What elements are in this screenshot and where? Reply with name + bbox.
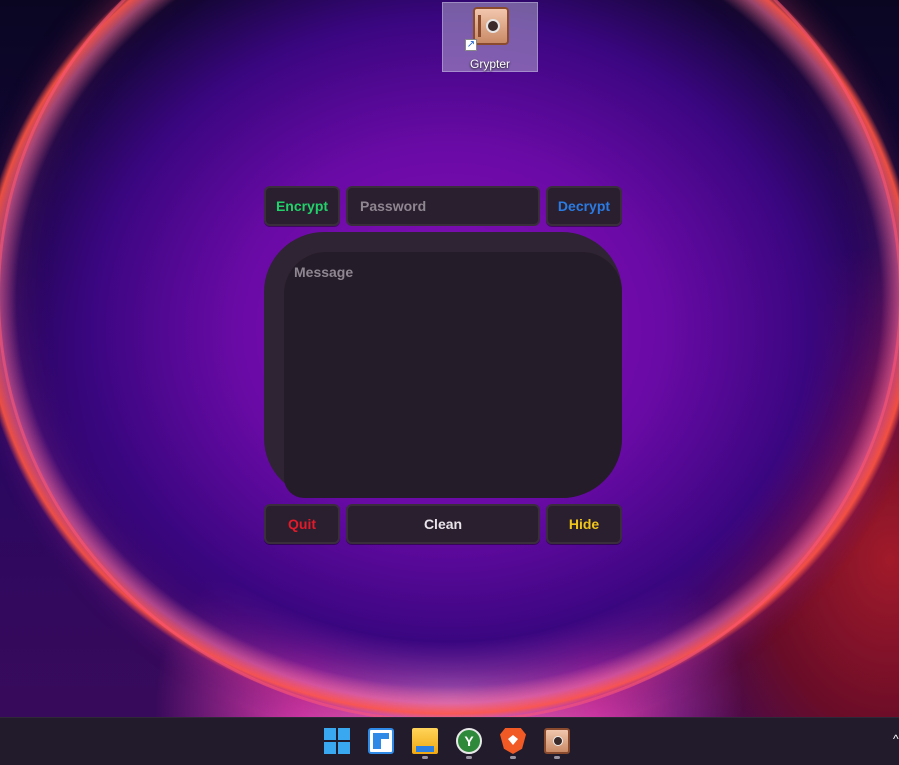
- desktop-shortcut-label: Grypter: [469, 57, 510, 71]
- clean-button[interactable]: Clean: [346, 504, 540, 544]
- quit-button[interactable]: Quit: [264, 504, 340, 544]
- brave-lion-icon[interactable]: [500, 728, 526, 754]
- running-indicator: [466, 756, 472, 759]
- safe-icon: [473, 7, 509, 45]
- message-frame: [264, 232, 622, 498]
- running-indicator: [510, 756, 516, 759]
- decrypt-button[interactable]: Decrypt: [546, 186, 622, 226]
- taskbar: [0, 717, 899, 765]
- running-indicator: [422, 756, 428, 759]
- hide-button[interactable]: Hide: [546, 504, 622, 544]
- encrypt-button[interactable]: Encrypt: [264, 186, 340, 226]
- windows-logo-icon[interactable]: [324, 728, 350, 754]
- running-indicator: [554, 756, 560, 759]
- folder-icon[interactable]: [412, 728, 438, 754]
- tray-chevron-icon[interactable]: ^: [893, 732, 899, 746]
- password-input[interactable]: [346, 186, 540, 226]
- desktop-shortcut-grypter[interactable]: ↗ Grypter: [442, 2, 538, 72]
- shortcut-arrow-icon: ↗: [465, 39, 477, 51]
- widgets-icon[interactable]: [368, 728, 394, 754]
- safe-icon[interactable]: [544, 728, 570, 754]
- message-textarea[interactable]: [284, 252, 622, 498]
- green-app-icon[interactable]: [456, 728, 482, 754]
